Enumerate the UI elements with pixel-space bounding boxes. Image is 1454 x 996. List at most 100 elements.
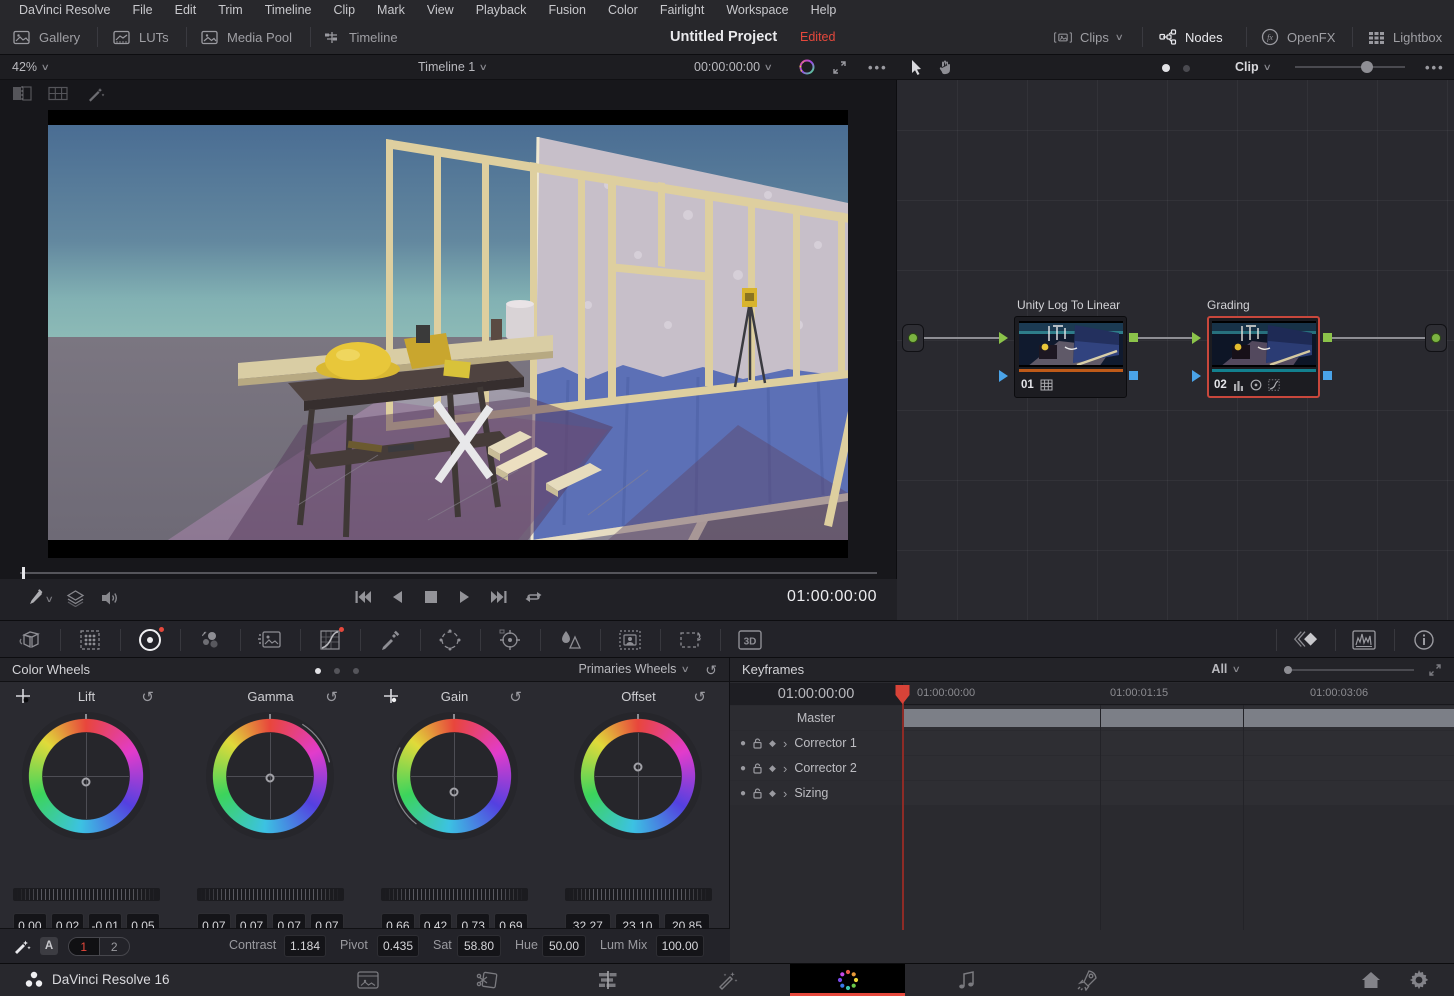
- lift-master-slider[interactable]: [13, 888, 160, 901]
- node2-rgb-output-icon[interactable]: [1323, 333, 1332, 342]
- viewer-scrubber[interactable]: [0, 563, 897, 579]
- settings-gear-button[interactable]: [1389, 964, 1449, 996]
- viewer-zoom-select[interactable]: 42%∨: [12, 55, 49, 79]
- menu-item-timeline[interactable]: Timeline: [254, 3, 323, 17]
- track-enable-dot-icon[interactable]: ●: [740, 738, 746, 749]
- menu-item-trim[interactable]: Trim: [207, 3, 254, 17]
- menu-item-help[interactable]: Help: [800, 3, 848, 17]
- camera-raw-icon[interactable]: [17, 627, 43, 653]
- keyframe-track-corrector2[interactable]: ● ◆ › Corrector 2: [730, 756, 1454, 780]
- offset-indicator[interactable]: [634, 763, 643, 772]
- auto-mode-button[interactable]: A: [40, 937, 58, 955]
- scrubber-playhead[interactable]: [22, 567, 25, 579]
- goto-end-button[interactable]: [490, 589, 508, 605]
- offset-reset-icon[interactable]: ↺: [693, 688, 706, 706]
- node2-rgb-input-icon[interactable]: [1192, 332, 1201, 344]
- menu-item-workspace[interactable]: Workspace: [715, 3, 799, 17]
- page-tab-deliver[interactable]: [1057, 964, 1117, 996]
- gain-master-slider[interactable]: [381, 888, 528, 901]
- lock-icon[interactable]: [753, 738, 762, 749]
- master-track-bar[interactable]: [903, 709, 1454, 727]
- reset-all-icon[interactable]: ↺: [705, 662, 717, 679]
- node1-key-output-icon[interactable]: [1129, 371, 1138, 380]
- info-icon[interactable]: [1411, 627, 1437, 653]
- pivot-value[interactable]: 0.435: [377, 935, 419, 957]
- viewer-video[interactable]: [48, 110, 848, 558]
- keyframe-diamond-icon[interactable]: ◆: [769, 763, 776, 774]
- rgb-mixer-icon[interactable]: [257, 627, 283, 653]
- node2-card[interactable]: 02: [1207, 316, 1320, 398]
- key-icon[interactable]: [617, 627, 643, 653]
- menu-item-fusion[interactable]: Fusion: [537, 3, 597, 17]
- loop-button[interactable]: [524, 589, 543, 605]
- gallery-button[interactable]: Gallery: [12, 20, 80, 54]
- expand-viewer-icon[interactable]: [832, 55, 847, 79]
- lift-wheel[interactable]: [28, 718, 144, 834]
- gamma-reset-icon[interactable]: ↺: [325, 688, 338, 706]
- lock-icon[interactable]: [753, 788, 762, 799]
- lum-mix-value[interactable]: 100.00: [656, 935, 704, 957]
- media-pool-button[interactable]: Media Pool: [200, 20, 292, 54]
- expand-track-icon[interactable]: ›: [783, 786, 787, 801]
- select-tool-icon[interactable]: [909, 59, 924, 76]
- page-tab-color[interactable]: [790, 964, 905, 996]
- timeline-button[interactable]: Timeline: [322, 20, 398, 54]
- audio-mute-icon[interactable]: [100, 589, 119, 607]
- keyframe-track-corrector1[interactable]: ● ◆ › Corrector 1: [730, 731, 1454, 755]
- keyframe-track-sizing[interactable]: ● ◆ › Sizing: [730, 781, 1454, 805]
- nodes-button[interactable]: Nodes: [1158, 20, 1223, 54]
- viewer-timecode-select[interactable]: 00:00:00:00∨: [694, 55, 772, 79]
- wipe-compare-icon[interactable]: [12, 85, 32, 102]
- lightbox-button[interactable]: Lightbox: [1366, 20, 1442, 54]
- keyframes-filter-select[interactable]: All∨: [1211, 662, 1240, 676]
- play-button[interactable]: [458, 589, 472, 605]
- page-tab-fusion[interactable]: [698, 964, 758, 996]
- track-enable-dot-icon[interactable]: ●: [740, 763, 746, 774]
- keyframes-zoom-slider[interactable]: [1284, 669, 1414, 671]
- power-windows-icon[interactable]: [437, 627, 463, 653]
- menu-item-view[interactable]: View: [416, 3, 465, 17]
- page-tab-cut[interactable]: [458, 964, 518, 996]
- expand-track-icon[interactable]: ›: [783, 736, 787, 751]
- node-page-dot-1[interactable]: [1162, 64, 1170, 72]
- track-enable-dot-icon[interactable]: ●: [740, 788, 746, 799]
- wheel-page-tabs[interactable]: 1 2: [68, 937, 130, 956]
- source-node[interactable]: [902, 324, 924, 352]
- goto-start-button[interactable]: [354, 589, 372, 605]
- menu-item-fairlight[interactable]: Fairlight: [649, 3, 715, 17]
- keyframe-track-master[interactable]: Master: [730, 706, 1454, 730]
- stereo-3d-icon[interactable]: 3D: [737, 627, 763, 653]
- node-zoom-slider[interactable]: [1295, 66, 1405, 68]
- node2-key-input-icon[interactable]: [1192, 370, 1201, 382]
- pan-tool-icon[interactable]: [937, 59, 954, 76]
- lift-indicator[interactable]: [82, 778, 91, 787]
- node1-rgb-output-icon[interactable]: [1129, 333, 1138, 342]
- gamma-master-slider[interactable]: [197, 888, 344, 901]
- keyframes-expand-icon[interactable]: [1428, 663, 1442, 677]
- auto-balance-wand-icon[interactable]: [12, 936, 32, 956]
- keyframe-diamond-icon[interactable]: ◆: [769, 738, 776, 749]
- node-page-dot-2[interactable]: [1183, 65, 1190, 72]
- page-tab-media[interactable]: [338, 964, 398, 996]
- scrubber-track[interactable]: [20, 572, 877, 574]
- keyframe-diamond-icon[interactable]: ◆: [769, 788, 776, 799]
- qualifier-icon[interactable]: [377, 627, 403, 653]
- chevron-down-icon[interactable]: ∨: [45, 594, 54, 605]
- tracker-icon[interactable]: [497, 627, 523, 653]
- step-back-button[interactable]: [390, 589, 404, 605]
- page-tab-fairlight[interactable]: [937, 964, 997, 996]
- luts-button[interactable]: LUTs: [112, 20, 169, 54]
- menu-item-file[interactable]: File: [121, 3, 163, 17]
- output-node[interactable]: [1425, 324, 1447, 352]
- curves-icon[interactable]: [317, 627, 343, 653]
- menu-item-clip[interactable]: Clip: [323, 3, 367, 17]
- gamma-wheel[interactable]: [212, 718, 328, 834]
- stop-button[interactable]: [424, 589, 438, 605]
- node1-rgb-input-icon[interactable]: [999, 332, 1008, 344]
- contrast-value[interactable]: 1.184: [284, 935, 326, 957]
- tab-page-1[interactable]: 1: [69, 938, 100, 955]
- menu-item-edit[interactable]: Edit: [164, 3, 208, 17]
- menu-item-playback[interactable]: Playback: [465, 3, 538, 17]
- blur-icon[interactable]: [557, 627, 583, 653]
- wipe-modes-icon[interactable]: [66, 589, 85, 607]
